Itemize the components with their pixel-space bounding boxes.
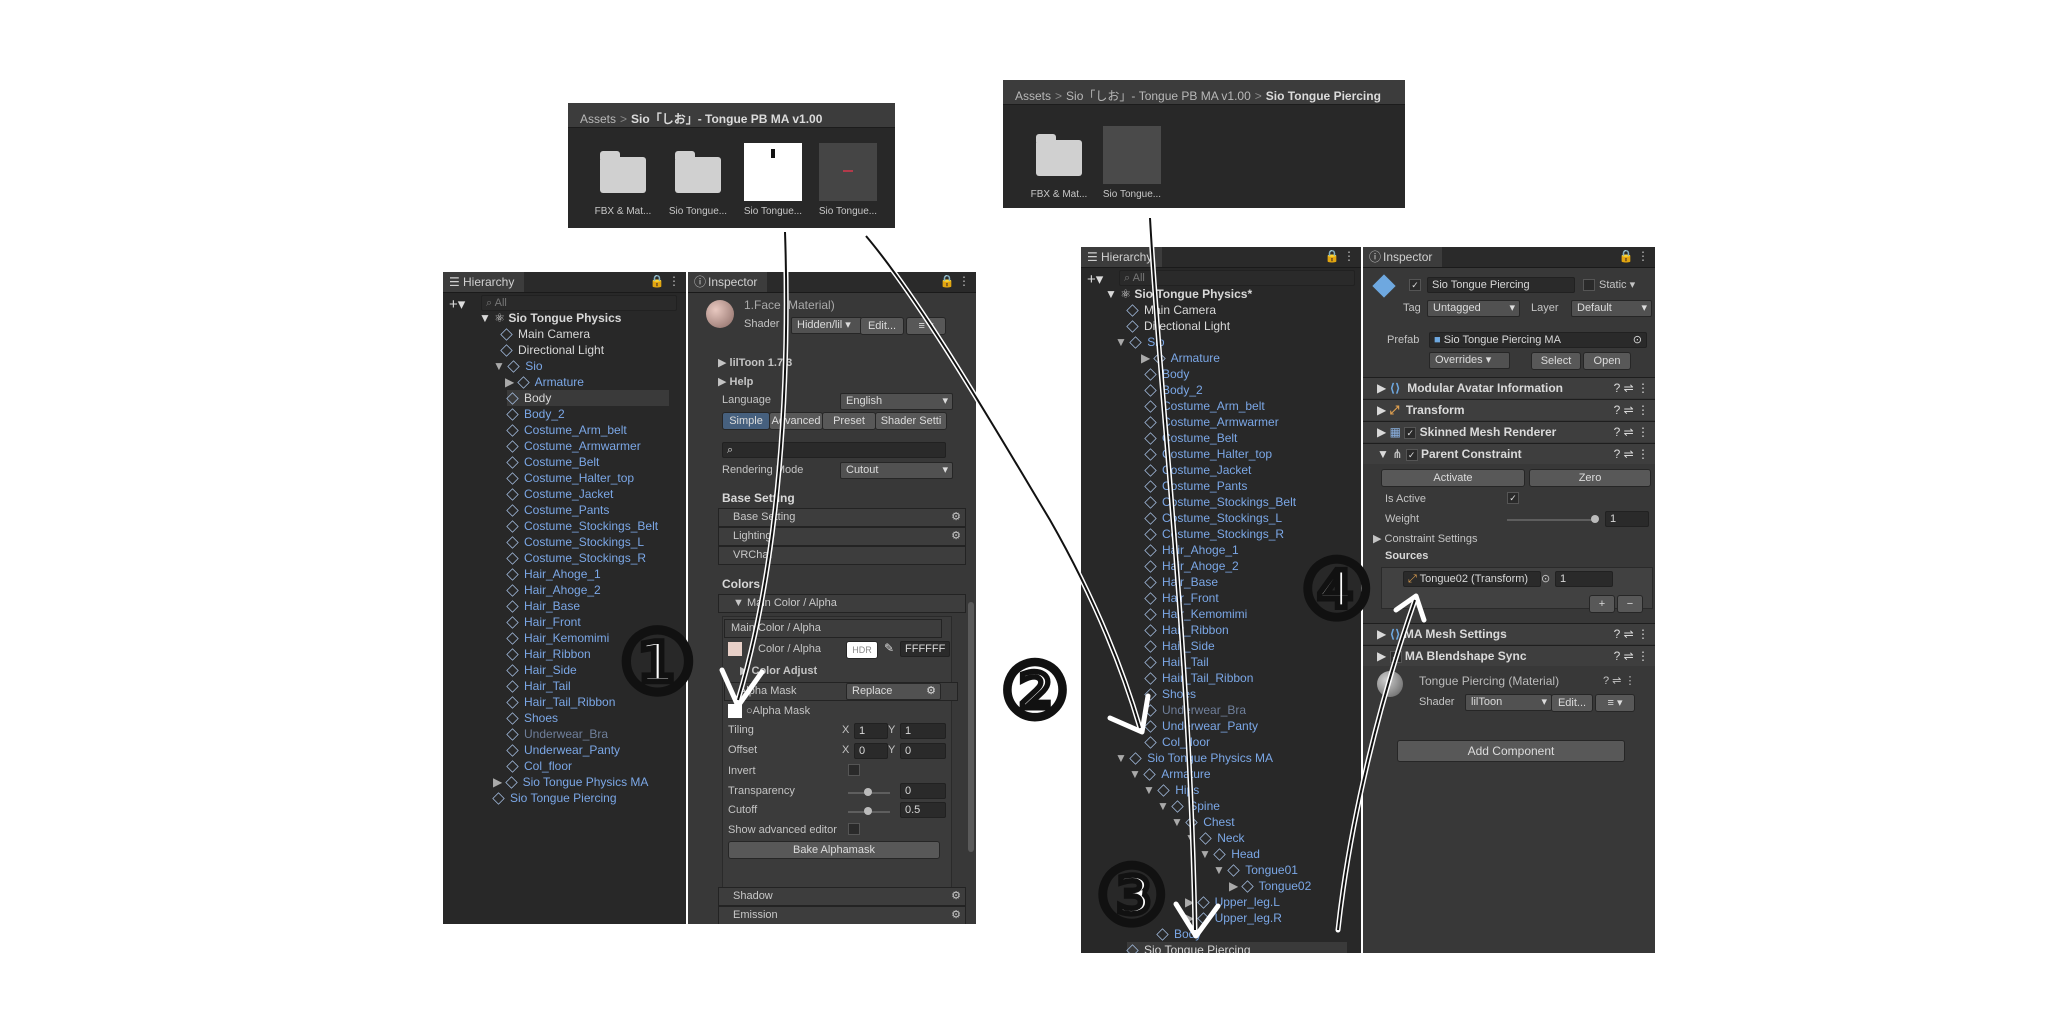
annotation-arrows <box>719 215 1427 939</box>
arrow-2-head <box>1107 693 1151 735</box>
annotation-number-1: ① <box>617 609 699 716</box>
annotation-number-4: ④ <box>1299 541 1375 640</box>
arrow-4 <box>1335 597 1418 933</box>
annotation-number-3: ③ <box>1094 847 1170 946</box>
annotation-number-2: ② <box>999 645 1072 739</box>
